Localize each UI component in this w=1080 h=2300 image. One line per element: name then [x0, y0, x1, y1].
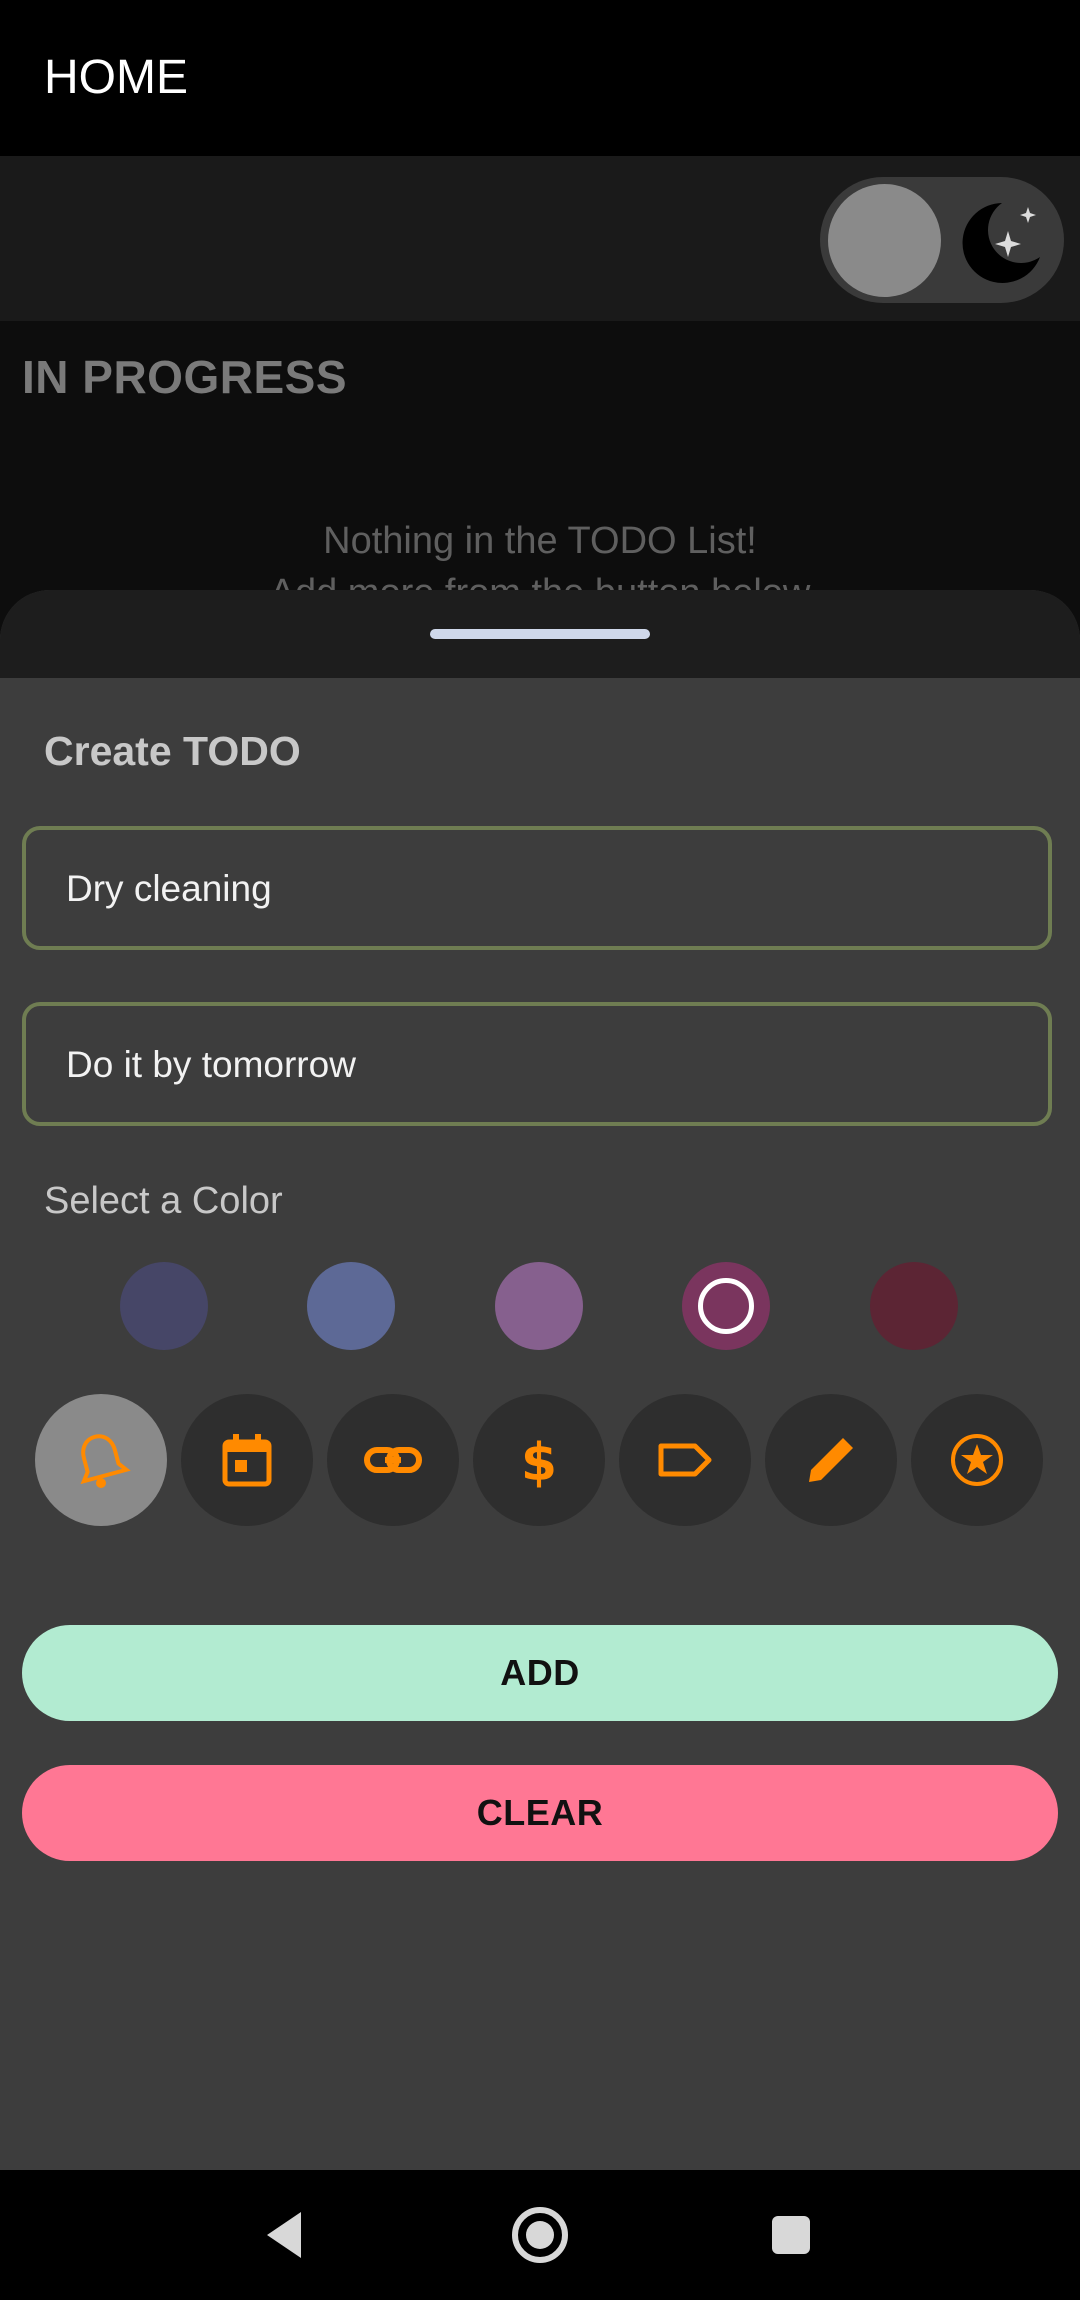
app-bar-title: HOME: [44, 51, 188, 104]
star-button[interactable]: [911, 1394, 1043, 1526]
color-swatch[interactable]: [870, 1262, 958, 1350]
home-icon[interactable]: [505, 2200, 575, 2270]
calendar-button[interactable]: [181, 1394, 313, 1526]
sheet-header: [0, 590, 1080, 678]
recents-icon[interactable]: [756, 2200, 826, 2270]
dollar-icon: $: [521, 1433, 557, 1490]
back-icon[interactable]: [253, 2200, 323, 2270]
color-swatch[interactable]: [307, 1262, 395, 1350]
drag-handle[interactable]: [430, 629, 650, 639]
app-bar: HOME: [0, 0, 1080, 156]
color-swatch[interactable]: [495, 1262, 583, 1350]
clear-button[interactable]: CLEAR: [22, 1765, 1058, 1861]
link-icon: [364, 1447, 422, 1473]
section-title-in-progress: IN PROGRESS: [22, 351, 348, 403]
empty-state-line-1: Nothing in the TODO List!: [323, 520, 757, 562]
selected-ring: [698, 1278, 754, 1334]
bell-icon: [80, 1434, 131, 1488]
star-icon: [951, 1434, 1003, 1486]
color-swatch[interactable]: [682, 1262, 770, 1350]
add-button[interactable]: ADD: [22, 1625, 1058, 1721]
todo-description-value: Do it by tomorrow: [66, 1044, 356, 1085]
color-label: Select a Color: [44, 1180, 283, 1222]
moon-icon: [962, 203, 1040, 283]
color-swatch[interactable]: [120, 1262, 208, 1350]
system-nav-bar: [0, 2170, 1080, 2300]
sheet-title: Create TODO: [44, 728, 301, 774]
pencil-button[interactable]: [765, 1394, 897, 1526]
svg-text:$: $: [521, 1433, 557, 1490]
tag-icon: [658, 1443, 712, 1477]
pencil-icon: [809, 1438, 853, 1482]
todo-title-value: Dry cleaning: [66, 868, 272, 909]
todo-title-field[interactable]: Dry cleaning: [22, 826, 1052, 950]
link-button[interactable]: [327, 1394, 459, 1526]
create-todo-sheet: Create TODO Dry cleaning Do it by tomorr…: [0, 590, 1080, 2170]
todo-description-field[interactable]: Do it by tomorrow: [22, 1002, 1052, 1126]
dollar-button[interactable]: $: [473, 1394, 605, 1526]
bell-button[interactable]: [35, 1394, 167, 1526]
tag-button[interactable]: [619, 1394, 751, 1526]
calendar-icon: [222, 1434, 272, 1487]
toggle-knob[interactable]: [828, 184, 941, 297]
